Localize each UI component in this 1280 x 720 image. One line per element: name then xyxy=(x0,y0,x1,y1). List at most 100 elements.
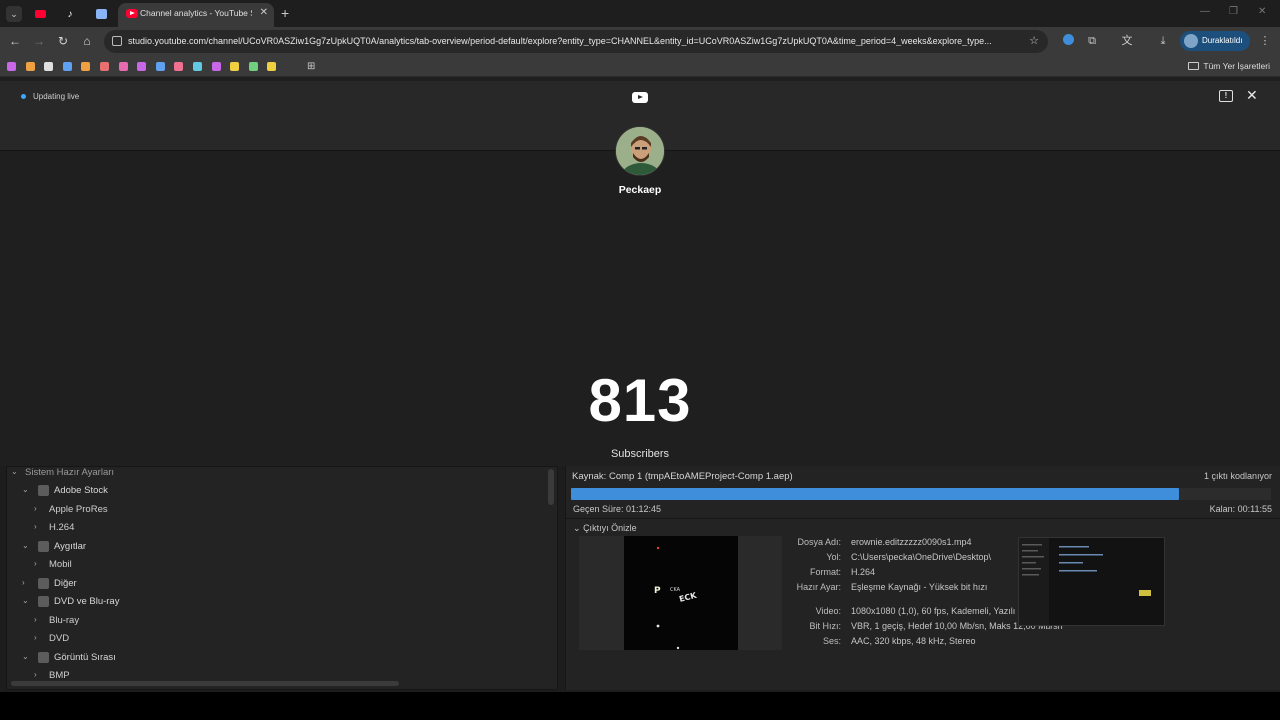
profile-button[interactable]: Duraklatıldı xyxy=(1180,31,1250,51)
preset-hscrollbar[interactable] xyxy=(11,681,399,686)
chevron-right-icon[interactable]: › xyxy=(34,670,37,679)
pinned-tab-translate[interactable] xyxy=(93,6,109,22)
translate-icon xyxy=(95,9,107,19)
close-icon[interactable]: ✕ xyxy=(1246,87,1258,104)
preview-image: P CKA ECK xyxy=(654,546,698,650)
home-icon[interactable]: ⌂ xyxy=(80,34,94,48)
youtube-icon xyxy=(34,10,46,18)
preset-item[interactable]: ⌄ Aygıtlar xyxy=(7,538,547,556)
chevron-down-icon[interactable]: ⌄ xyxy=(22,652,29,661)
bookmark-item[interactable] xyxy=(25,62,35,71)
chevron-down-icon[interactable]: ⌄ xyxy=(22,485,29,494)
preset-label: Aygıtlar xyxy=(54,540,87,552)
info-value: 1080x1080 (1,0), 60 fps, Kademeli, Yazıl… xyxy=(851,606,1016,616)
preset-label: H.264 xyxy=(49,522,75,533)
bookmark-star-icon[interactable]: ☆ xyxy=(1029,34,1039,47)
encode-progress-fill xyxy=(571,488,1179,500)
download-icon[interactable]: ⤓ xyxy=(1156,34,1170,48)
feedback-icon[interactable]: ! xyxy=(1219,90,1233,102)
info-key: Dosya Adı: xyxy=(797,537,841,547)
chevron-right-icon[interactable]: › xyxy=(34,504,37,513)
new-tab-button[interactable]: + xyxy=(281,5,289,21)
preset-item[interactable]: ⌄ DVD ve Blu-ray xyxy=(7,593,547,611)
preset-item[interactable]: ⌄ Görüntü Sırası xyxy=(7,649,547,667)
window-close-icon[interactable]: ✕ xyxy=(1258,6,1266,17)
bookmark-item[interactable] xyxy=(118,62,128,71)
preset-header-row[interactable]: ⌄ Sistem Hazır Ayarları xyxy=(7,467,547,482)
bookmark-item[interactable] xyxy=(193,62,202,71)
bookmark-item[interactable] xyxy=(230,62,240,71)
chevron-right-icon[interactable]: › xyxy=(34,522,37,531)
preset-item[interactable]: › DVD xyxy=(7,630,547,648)
info-value: AAC, 320 kbps, 48 kHz, Stereo xyxy=(851,636,976,646)
chevron-down-icon[interactable]: ⌄ xyxy=(6,6,22,22)
chevron-down-icon: ⌄ xyxy=(573,523,581,533)
back-icon[interactable]: ← xyxy=(8,34,22,48)
all-bookmarks[interactable]: Tüm Yer İşaretleri xyxy=(1188,61,1270,71)
chevron-right-icon[interactable]: › xyxy=(34,559,37,568)
thumbnail-image xyxy=(1019,538,1164,625)
bookmark-item[interactable] xyxy=(248,62,258,71)
source-label: Kaynak: Comp 1 (tmpAEtoAMEProject-Comp 1… xyxy=(572,471,793,482)
tab-channel-analytics[interactable]: Channel analytics - YouTube St ✕ xyxy=(118,3,274,27)
bookmark-item[interactable] xyxy=(62,62,72,71)
bookmark-item[interactable] xyxy=(44,62,54,71)
extension-icon[interactable] xyxy=(1061,34,1075,48)
info-key: Video: xyxy=(815,606,841,616)
reload-icon[interactable]: ↻ xyxy=(56,34,70,48)
avatar-illustration xyxy=(616,127,664,175)
chevron-right-icon[interactable]: › xyxy=(34,633,37,642)
info-value: Eşleşme Kaynağı - Yüksek bit hızı xyxy=(851,582,988,592)
encode-progress-bar xyxy=(571,488,1271,500)
encode-count: 1 çıktı kodlanıyor xyxy=(1203,471,1272,481)
bookmark-item[interactable] xyxy=(81,62,91,71)
restore-icon[interactable]: ❐ xyxy=(1229,6,1238,17)
tab-title: Channel analytics - YouTube St xyxy=(140,8,252,18)
preview-label: Çıktıyı Önizle xyxy=(583,523,637,533)
apps-grid-icon[interactable]: ⊞ xyxy=(307,61,315,72)
svg-text:ECK: ECK xyxy=(678,590,698,603)
minimize-icon[interactable]: — xyxy=(1200,6,1210,17)
bookmark-item[interactable] xyxy=(211,62,221,71)
puzzle-icon[interactable]: ⧉ xyxy=(1085,34,1099,48)
tab-strip: ⌄ ♪ Channel analytics - YouTube St ✕ + —… xyxy=(0,0,1280,27)
pinned-tab-youtube[interactable] xyxy=(32,6,48,22)
chevron-down-icon[interactable]: ⌄ xyxy=(22,596,29,605)
preset-item[interactable]: › Diğer xyxy=(7,575,547,593)
preset-item[interactable]: ⌄ Adobe Stock xyxy=(7,482,547,500)
image-sequence-icon xyxy=(38,651,49,663)
subscriber-label: Subscribers xyxy=(610,448,670,460)
forward-icon[interactable]: → xyxy=(32,34,46,48)
chevron-down-icon[interactable]: ⌄ xyxy=(22,541,29,550)
address-bar[interactable]: studio.youtube.com/channel/UCoVR0ASZiw1G… xyxy=(104,30,1048,53)
browser-toolbar: ← → ↻ ⌂ studio.youtube.com/channel/UCoVR… xyxy=(0,27,1280,56)
channel-avatar xyxy=(615,126,665,176)
preset-item[interactable]: › Blu-ray xyxy=(7,612,547,630)
avatar xyxy=(1184,34,1198,48)
preset-label: Görüntü Sırası xyxy=(54,651,116,663)
preview-frame: P CKA ECK xyxy=(624,536,738,650)
bookmark-item[interactable] xyxy=(7,62,16,71)
preset-item[interactable]: › Apple ProRes xyxy=(7,501,547,519)
preview-toggle[interactable]: ⌄ Çıktıyı Önizle xyxy=(573,523,637,534)
preset-item[interactable]: › Mobil xyxy=(7,556,547,574)
preset-label: Diğer xyxy=(54,577,77,589)
preset-scrollbar[interactable] xyxy=(548,469,554,505)
bookmark-item[interactable] xyxy=(155,62,165,71)
bookmark-item[interactable] xyxy=(137,62,147,71)
menu-icon[interactable]: ⋮ xyxy=(1258,34,1272,48)
chevron-right-icon[interactable]: › xyxy=(22,578,25,587)
mobile-device-icon xyxy=(38,540,49,552)
preset-item[interactable]: › H.264 xyxy=(7,519,547,537)
close-tab-icon[interactable]: ✕ xyxy=(260,7,268,18)
translate-page-icon[interactable]: 文 xyxy=(1120,34,1134,48)
pinned-tab-tiktok[interactable]: ♪ xyxy=(62,6,78,22)
chevron-down-icon[interactable]: ⌄ xyxy=(11,467,18,476)
chevron-right-icon[interactable]: › xyxy=(34,615,37,624)
bookmark-item[interactable] xyxy=(100,62,109,71)
bookmark-item[interactable] xyxy=(267,62,277,71)
site-info-icon[interactable] xyxy=(112,36,122,46)
url-text[interactable]: studio.youtube.com/channel/UCoVR0ASZiw1G… xyxy=(128,36,1018,46)
bookmark-item[interactable] xyxy=(174,62,184,71)
info-key: Hazır Ayar: xyxy=(796,582,841,592)
